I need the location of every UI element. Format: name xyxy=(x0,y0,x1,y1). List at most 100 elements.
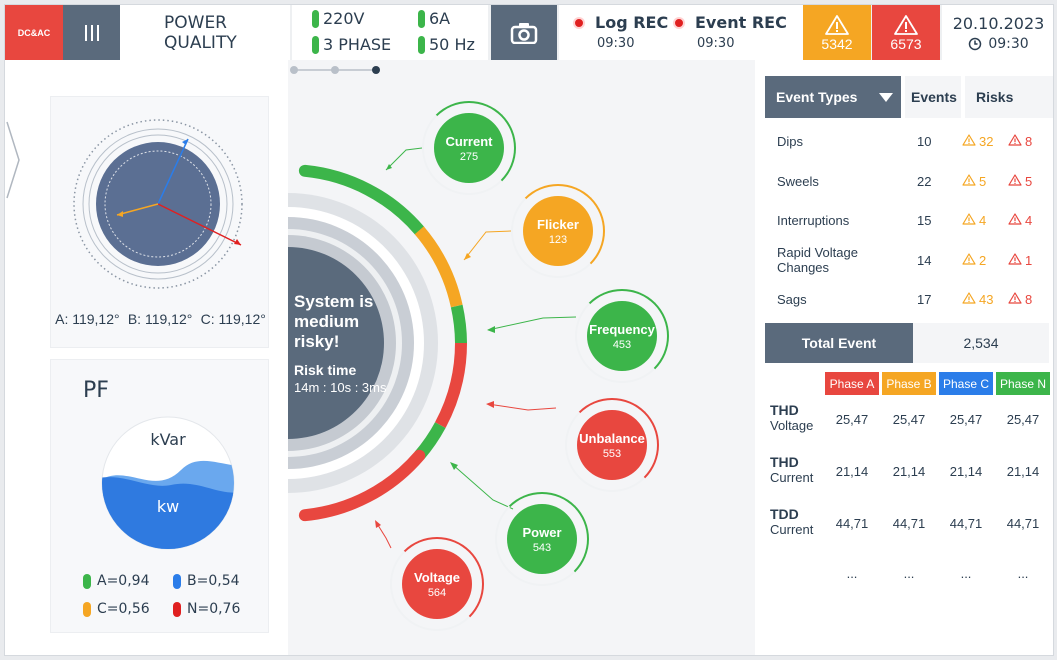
risk-time-value: 14m : 10s : 3ms xyxy=(294,380,387,395)
harmonic-label: THD Voltage xyxy=(770,402,813,433)
risk-critical: 8 xyxy=(1008,292,1053,307)
warning-badge-red[interactable]: 6573 xyxy=(872,5,940,60)
harmonic-value: 21,14 xyxy=(892,464,926,479)
pf-value-b: B=0,54 xyxy=(187,573,240,589)
risk-overview: System is medium risky! Risk time 14m : … xyxy=(288,60,755,655)
pf-item-n: N=0,76 xyxy=(173,601,240,617)
harmonic-label: THD Current xyxy=(770,454,813,485)
kvar-label: kVar xyxy=(150,430,186,449)
risk-warning: 2 xyxy=(962,253,1008,268)
alert-icon xyxy=(1008,213,1025,228)
pf-value-n: N=0,76 xyxy=(187,601,241,617)
pf-title: PF xyxy=(83,378,109,403)
alert-icon xyxy=(1008,134,1025,149)
bubble-frequency-name: Frequency xyxy=(589,321,655,337)
bubble-power[interactable]: Power 543 xyxy=(507,504,577,574)
pf-gauge: kVar kw xyxy=(101,416,235,550)
harmonic-sub: Voltage xyxy=(770,418,814,433)
event-name: Sweels xyxy=(777,173,819,189)
bubble-flicker-name: Flicker xyxy=(537,216,579,232)
phase-angles: A: 119,12° B: 119,12° C: 119,12° xyxy=(51,311,270,327)
bubble-current[interactable]: Current 275 xyxy=(434,113,504,183)
event-rec-time: 09:30 xyxy=(697,36,735,51)
risk-warning: 32 xyxy=(962,134,1008,149)
bubble-unbalance[interactable]: Unbalance 553 xyxy=(577,410,647,480)
phasor-card: A: 119,12° B: 119,12° C: 119,12° xyxy=(50,96,269,348)
chevron-left-icon[interactable] xyxy=(5,120,21,200)
risk-warning-count: 5 xyxy=(979,173,987,189)
bubble-frequency[interactable]: Frequency 453 xyxy=(587,301,657,371)
event-row[interactable]: Rapid Voltage Changes 14 2 1 xyxy=(765,241,1053,280)
harmonic-value: 21,14 xyxy=(1006,464,1040,479)
risk-critical: 5 xyxy=(1008,173,1053,189)
camera-button[interactable] xyxy=(491,5,557,60)
bubble-current-name: Current xyxy=(445,133,493,149)
record-dot-icon xyxy=(573,16,585,29)
title-line-2: QUALITY xyxy=(164,32,237,53)
menu-icon xyxy=(84,24,99,41)
harmonic-value: 25,47 xyxy=(892,412,926,427)
event-count: 22 xyxy=(917,173,932,189)
angle-c: C: 119,12° xyxy=(200,311,266,327)
left-panel: A: 119,12° B: 119,12° C: 119,12° PF kVar… xyxy=(5,60,288,655)
log-rec[interactable]: Log REC 09:30 xyxy=(573,13,668,51)
event-rec[interactable]: Event REC 09:30 xyxy=(673,13,787,51)
event-row[interactable]: Sweels 22 5 5 xyxy=(765,162,1053,201)
spec-phase: 3 PHASE xyxy=(312,35,391,54)
risk-critical: 1 xyxy=(1008,253,1053,268)
recording-panel: Log REC 09:30 Event REC 09:30 xyxy=(559,5,803,60)
blue-pill-icon xyxy=(173,573,181,589)
page-dot-3[interactable] xyxy=(372,66,380,74)
risks-column-header: Risks xyxy=(965,76,1053,118)
page-dot-1[interactable] xyxy=(290,66,298,74)
logo[interactable]: DC&AC xyxy=(5,5,63,60)
bubble-voltage-name: Voltage xyxy=(414,569,460,585)
spec-current: 6A xyxy=(418,9,450,28)
title-line-1: POWER xyxy=(164,12,227,33)
risk-warning: 43 xyxy=(962,292,1008,307)
harmonic-type: THD xyxy=(770,402,799,418)
risk-critical-count: 5 xyxy=(1025,173,1033,189)
bubble-voltage-value: 564 xyxy=(427,586,447,599)
total-event-label: Total Event xyxy=(765,323,913,363)
event-row[interactable]: Interruptions 15 4 4 xyxy=(765,201,1053,240)
log-rec-label: Log REC xyxy=(595,13,669,32)
event-row[interactable]: Dips 10 32 8 xyxy=(765,122,1053,161)
bubble-voltage[interactable]: Voltage 564 xyxy=(402,549,472,619)
harmonic-value: 44,71 xyxy=(949,516,983,531)
menu-button[interactable] xyxy=(63,5,120,60)
date-text: 20.10.2023 xyxy=(952,13,1045,33)
harmonic-value: 21,14 xyxy=(949,464,983,479)
risk-warning: 4 xyxy=(962,213,1008,228)
current-value: 6A xyxy=(429,9,451,28)
alert-icon xyxy=(1008,253,1025,268)
harmonic-type: THD xyxy=(770,454,799,470)
risk-critical-count: 4 xyxy=(1025,213,1033,229)
event-types-dropdown[interactable]: Event Types xyxy=(765,76,901,118)
warning-icon xyxy=(825,14,849,35)
warning-icon xyxy=(962,134,979,149)
phasor-diagram xyxy=(73,119,243,289)
warning-icon xyxy=(962,253,979,268)
harmonic-type: TDD xyxy=(770,506,799,522)
bubble-unbalance-value: 553 xyxy=(602,447,622,460)
bubble-current-value: 275 xyxy=(459,150,479,163)
events-column-header: Events xyxy=(905,76,961,118)
events-panel: Event Types Events Risks Dips 10 32 8 Sweels… xyxy=(755,60,1053,655)
app-frame: DC&AC POWER QUALITY 220V 6A 3 PHASE 50 H… xyxy=(4,4,1054,656)
phase-b-header: Phase B xyxy=(882,372,936,395)
camera-icon xyxy=(510,22,538,44)
pf-card: PF kVar kw A=0,94 B=0,54 C=0,56 N=0,76 xyxy=(50,359,269,633)
warning-badge-orange[interactable]: 5342 xyxy=(803,5,871,60)
page-dot-2[interactable] xyxy=(331,66,339,74)
event-row[interactable]: Sags 17 43 8 xyxy=(765,280,1053,319)
bubble-flicker[interactable]: Flicker 123 xyxy=(523,196,593,266)
orange-pill-icon xyxy=(83,601,91,617)
red-pill-icon xyxy=(173,601,181,617)
spec-voltage: 220V xyxy=(312,9,364,28)
status-line-1: System is xyxy=(294,292,374,311)
warning-count-orange: 5342 xyxy=(821,35,853,52)
risk-warning-count: 2 xyxy=(979,252,987,268)
green-pill-icon xyxy=(312,9,319,28)
bubble-frequency-value: 453 xyxy=(612,338,632,351)
